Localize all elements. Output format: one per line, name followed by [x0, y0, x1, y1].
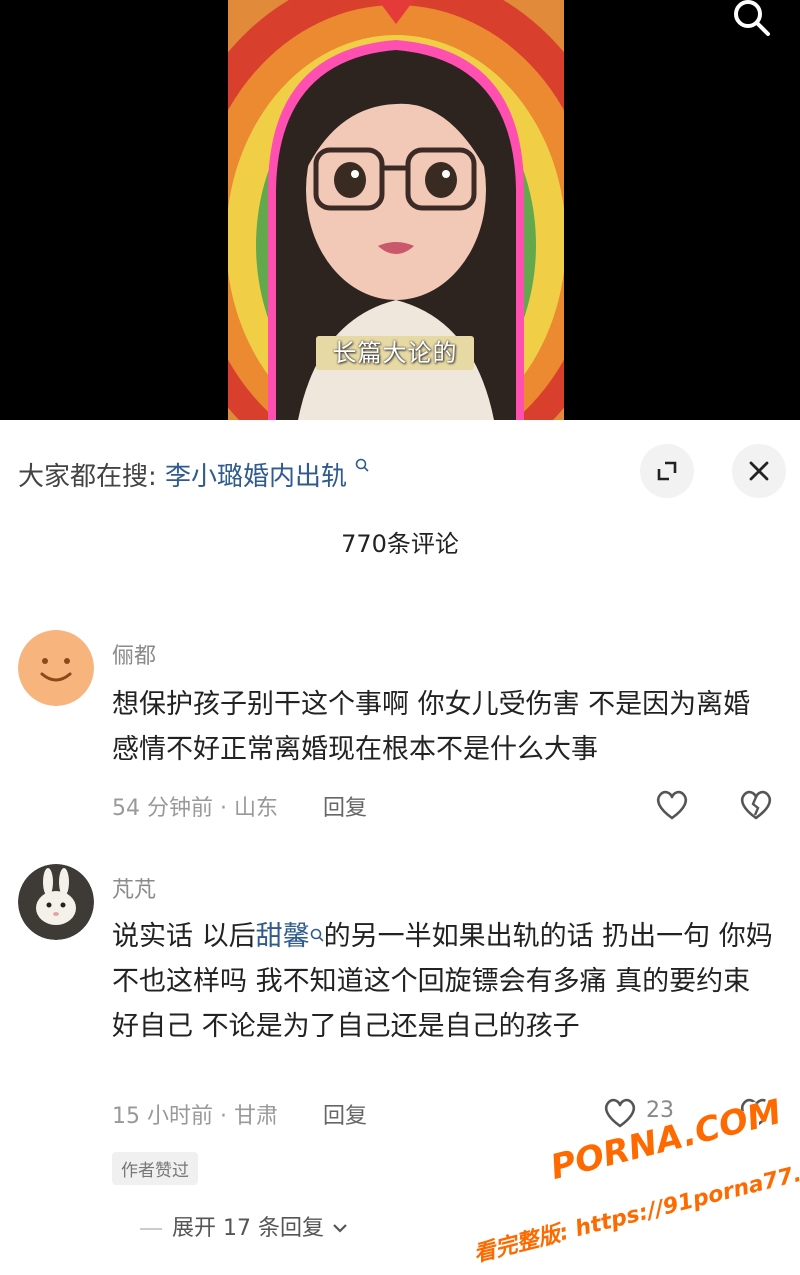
trending-search-prefix: 大家都在搜: [18, 462, 157, 492]
comment-meta: 15 小时前 · 甘肃 回复 [112, 1098, 367, 1130]
smiley-avatar [18, 630, 94, 706]
comment-text-before: 说实话 以后 [112, 921, 256, 952]
close-icon [749, 461, 769, 481]
expand-icon [657, 461, 677, 481]
comment-time-location: 54 分钟前 · 山东 [112, 796, 278, 821]
expand-replies-button[interactable]: 展开 17 条回复 [140, 1210, 349, 1242]
avatar[interactable] [18, 630, 94, 706]
author-liked-badge: 作者赞过 [112, 1152, 198, 1185]
expand-replies-label: 展开 17 条回复 [172, 1216, 324, 1241]
chevron-down-icon [331, 1216, 349, 1241]
video-player[interactable]: 长篇大论的 [0, 0, 800, 420]
heart-icon [656, 790, 688, 820]
comment-username[interactable]: 芃芃 [112, 872, 156, 904]
comment-text: 说实话 以后甜馨 的另一半如果出轨的话 扔出一句 你妈不也这样吗 我不知道这个回旋… [112, 914, 777, 1049]
avatar[interactable] [18, 864, 94, 940]
dislike-button[interactable] [736, 784, 776, 824]
rabbit-avatar [18, 864, 94, 940]
comment-count: 770条评论 [341, 530, 459, 558]
video-caption: 长篇大论的 [316, 336, 474, 370]
expand-button[interactable] [640, 444, 694, 498]
comment-text: 想保护孩子别干这个事啊 你女儿受伤害 不是因为离婚 感情不好正常离婚现在根本不是… [112, 689, 751, 765]
like-button[interactable] [652, 784, 692, 824]
trending-search-keyword[interactable]: 李小璐婚内出轨 [165, 462, 347, 492]
comment-keyword-link[interactable]: 甜馨 [256, 921, 310, 952]
reply-button[interactable]: 回复 [323, 1104, 367, 1129]
divider [140, 1228, 162, 1230]
search-icon[interactable] [728, 0, 774, 42]
comment-meta: 54 分钟前 · 山东 回复 [112, 790, 367, 822]
close-button[interactable] [732, 444, 786, 498]
comment-username[interactable]: 俪都 [112, 638, 156, 670]
comment-time-location: 15 小时前 · 甘肃 [112, 1104, 278, 1129]
search-icon [310, 926, 324, 947]
trending-search[interactable]: 大家都在搜: 李小璐婚内出轨 [18, 456, 369, 493]
heart-icon [604, 1098, 636, 1128]
broken-heart-icon [740, 790, 772, 820]
reply-button[interactable]: 回复 [323, 796, 367, 821]
search-icon [355, 456, 369, 477]
like-button[interactable] [600, 1092, 640, 1132]
